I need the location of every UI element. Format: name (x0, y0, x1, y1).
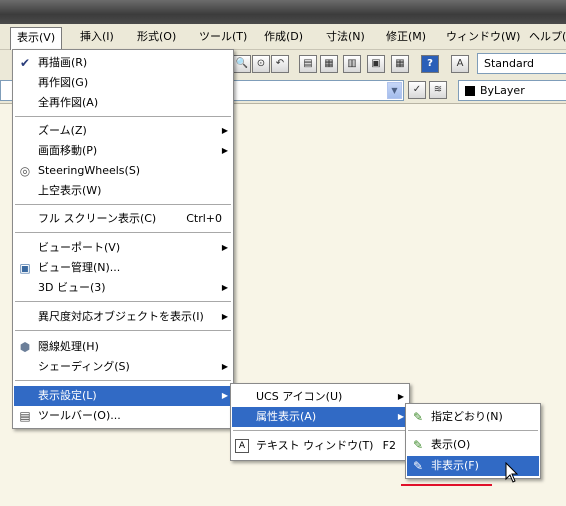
attribute-display-submenu: ✎ 指定どおり(N) ✎ 表示(O) ✎ 非表示(F) (405, 403, 541, 479)
attribute-normal-icon: ✎ (412, 410, 424, 424)
menu-item-3d-views[interactable]: 3D ビュー(3) ▶ (14, 278, 232, 298)
text-style-combo[interactable]: Standard (477, 53, 566, 74)
separator (233, 430, 407, 431)
separator (408, 430, 538, 431)
chevron-down-icon[interactable]: ▼ (387, 82, 402, 99)
view-manager-icon: ▣ (19, 261, 31, 275)
submenu-arrow-icon: ▶ (397, 392, 404, 401)
separator (15, 301, 231, 302)
menu-insert[interactable]: 挿入(I) (74, 28, 120, 46)
submenu-arrow-icon: ▶ (221, 391, 228, 400)
shortcut-label: Ctrl+0 (186, 212, 222, 225)
color-value: ByLayer (480, 84, 525, 97)
view-menu: ✔ 再描画(R) 再作図(G) 全再作図(A) ズーム(Z) ▶ 画面移動(P)… (12, 49, 234, 429)
layer-states-icon[interactable]: ≋ (429, 81, 447, 99)
display-submenu: UCS アイコン(U) ▶ 属性表示(A) ▶ A テキスト ウィンドウ(T) … (230, 383, 410, 461)
submenu-arrow-icon: ▶ (221, 126, 228, 135)
submenu-arrow-icon: ▶ (221, 243, 228, 252)
menu-item-toolbars[interactable]: ▤ ツールバー(O)... (14, 406, 232, 426)
menu-item-attribute-normal[interactable]: ✎ 指定どおり(N) (407, 407, 539, 427)
annotation-underline (401, 484, 492, 486)
mouse-cursor-icon (505, 462, 519, 483)
layer-previous-icon[interactable]: ✓ (408, 81, 426, 99)
submenu-arrow-icon: ▶ (221, 312, 228, 321)
checkmark-icon: ✔ (19, 56, 31, 70)
menu-item-regen-all[interactable]: 全再作図(A) (14, 93, 232, 113)
menu-item-attribute-on[interactable]: ✎ 表示(O) (407, 435, 539, 455)
menu-format[interactable]: 形式(O) (131, 28, 182, 46)
sheet-set-icon[interactable]: ▣ (367, 55, 385, 73)
title-bar (0, 0, 566, 24)
calculator-icon[interactable]: ▦ (391, 55, 409, 73)
text-style-icon[interactable]: A (451, 55, 469, 73)
shortcut-label: F2 (382, 439, 396, 452)
menu-item-named-views[interactable]: ▣ ビュー管理(N)... (14, 258, 232, 278)
attribute-on-icon: ✎ (412, 438, 424, 452)
submenu-arrow-icon: ▶ (221, 146, 228, 155)
attribute-off-icon: ✎ (412, 459, 424, 473)
menu-item-hide[interactable]: ⬢ 隠線処理(H) (14, 337, 232, 357)
separator (15, 232, 231, 233)
submenu-arrow-icon: ▶ (397, 412, 404, 421)
menu-tools[interactable]: ツール(T) (193, 28, 253, 46)
properties-icon[interactable]: ▤ (299, 55, 317, 73)
help-icon[interactable]: ? (421, 55, 439, 73)
color-swatch (465, 86, 475, 96)
menu-item-annotative-objects[interactable]: 異尺度対応オブジェクトを表示(I) ▶ (14, 307, 232, 327)
zoom-previous-icon[interactable]: ↶ (271, 55, 289, 73)
menu-help[interactable]: ヘルプ(H) (523, 28, 566, 46)
menu-item-attribute-display[interactable]: 属性表示(A) ▶ (232, 407, 408, 427)
menu-item-fullscreen[interactable]: フル スクリーン表示(C) Ctrl+0 (14, 209, 232, 229)
toolbar-icon: ▤ (19, 409, 31, 423)
menu-item-pan[interactable]: 画面移動(P) ▶ (14, 141, 232, 161)
steering-wheel-icon: ◎ (19, 164, 31, 178)
menu-item-zoom[interactable]: ズーム(Z) ▶ (14, 121, 232, 141)
menu-modify[interactable]: 修正(M) (380, 28, 432, 46)
menu-item-steeringwheels[interactable]: ◎ SteeringWheels(S) (14, 161, 232, 181)
menu-view[interactable]: 表示(V) (10, 27, 63, 50)
menu-item-ucs-icon[interactable]: UCS アイコン(U) ▶ (232, 387, 408, 407)
text-window-icon: A (235, 439, 249, 453)
color-combo[interactable]: ByLayer (458, 80, 566, 101)
menu-dimension[interactable]: 寸法(N) (320, 28, 371, 46)
menu-draw[interactable]: 作成(D) (258, 28, 309, 46)
menu-window[interactable]: ウィンドウ(W) (440, 28, 526, 46)
menu-item-text-window[interactable]: A テキスト ウィンドウ(T) F2 (232, 436, 408, 456)
menu-item-attribute-off[interactable]: ✎ 非表示(F) (407, 456, 539, 476)
menu-item-display[interactable]: 表示設定(L) ▶ (14, 386, 232, 406)
menu-bar: 表示(V) 挿入(I) 形式(O) ツール(T) 作成(D) 寸法(N) 修正(… (0, 24, 566, 50)
design-center-icon[interactable]: ▦ (320, 55, 338, 73)
separator (15, 330, 231, 331)
menu-item-shading[interactable]: シェーディング(S) ▶ (14, 357, 232, 377)
menu-item-redraw[interactable]: ✔ 再描画(R) (14, 53, 232, 73)
submenu-arrow-icon: ▶ (221, 283, 228, 292)
menu-item-viewports[interactable]: ビューポート(V) ▶ (14, 238, 232, 258)
menu-item-aerial-view[interactable]: 上空表示(W) (14, 181, 232, 201)
menu-item-regen[interactable]: 再作図(G) (14, 73, 232, 93)
separator (15, 204, 231, 205)
text-style-value: Standard (484, 57, 535, 70)
tool-palettes-icon[interactable]: ▥ (343, 55, 361, 73)
zoom-window-icon[interactable]: ⊙ (252, 55, 270, 73)
separator (15, 116, 231, 117)
separator (15, 380, 231, 381)
zoom-realtime-icon[interactable]: 🔍 (233, 55, 251, 73)
submenu-arrow-icon: ▶ (221, 362, 228, 371)
hide-icon: ⬢ (19, 340, 31, 354)
